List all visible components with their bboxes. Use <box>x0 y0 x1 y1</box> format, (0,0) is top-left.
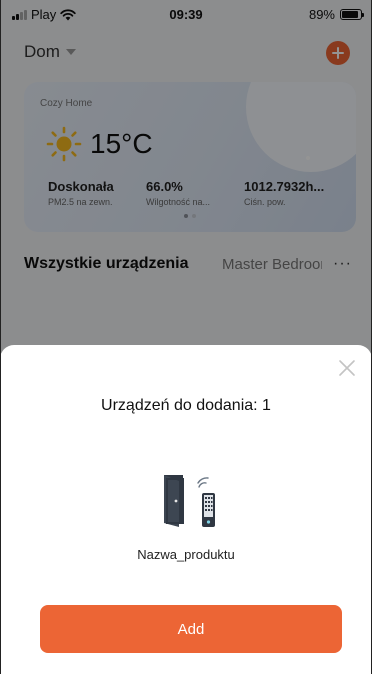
close-icon[interactable] <box>338 359 356 377</box>
add-button[interactable]: Add <box>40 605 342 653</box>
left-edge-line <box>0 0 1 674</box>
sheet-title: Urządzeń do dodania: 1 <box>101 397 271 414</box>
door-lock-icon <box>164 475 215 527</box>
product-name: Nazwa_produktu <box>137 547 235 562</box>
add-device-sheet: Urządzeń do dodania: 1 Nazwa_produktu Ad… <box>0 345 372 674</box>
